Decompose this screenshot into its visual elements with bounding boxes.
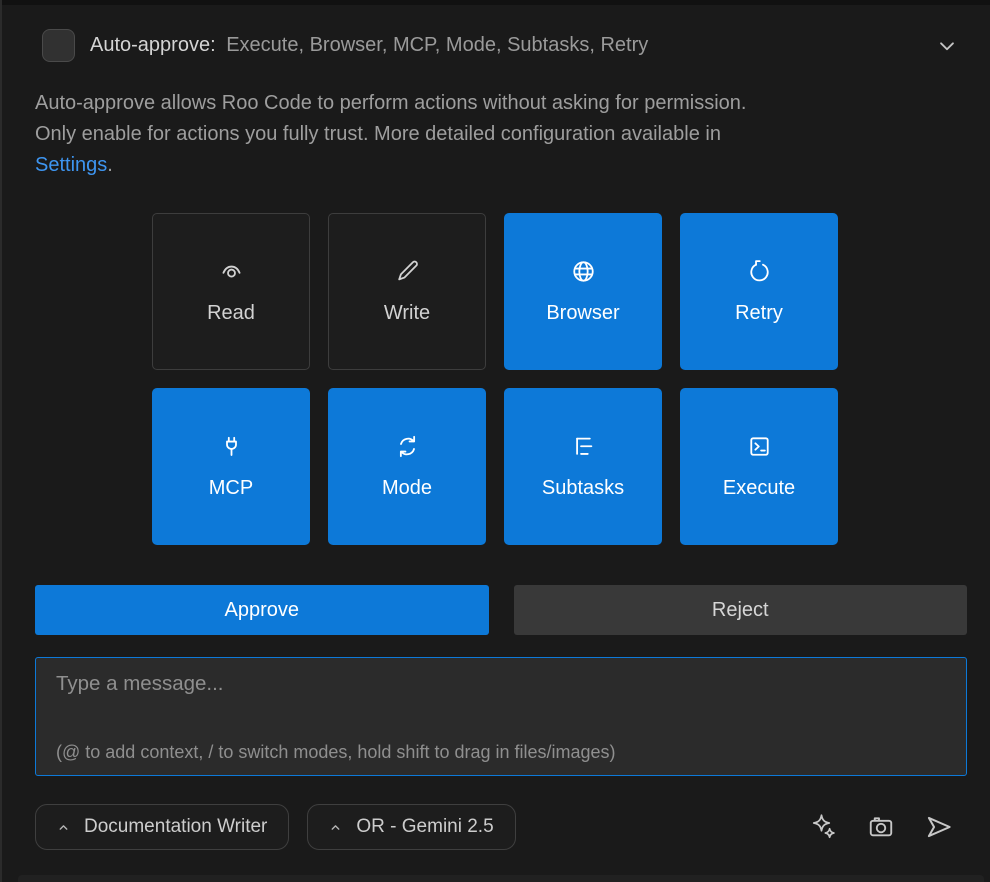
toggle-label: Execute <box>723 477 795 500</box>
toggle-mode[interactable]: Mode <box>328 388 486 545</box>
model-selector[interactable]: OR - Gemini 2.5 <box>307 804 515 850</box>
model-selector-label: OR - Gemini 2.5 <box>356 816 493 838</box>
auto-approve-label: Auto-approve: <box>90 34 216 56</box>
auto-approve-header[interactable]: Auto-approve: Execute, Browser, MCP, Mod… <box>0 0 990 62</box>
settings-link[interactable]: Settings <box>35 154 107 176</box>
toggle-mcp[interactable]: MCP <box>152 388 310 545</box>
description-line-3: Settings. <box>35 150 955 181</box>
action-buttons-row: Approve Reject <box>35 585 967 635</box>
mode-selector-label: Documentation Writer <box>84 816 267 838</box>
auto-approve-checkbox[interactable] <box>42 29 75 62</box>
terminal-icon <box>746 433 773 460</box>
approve-button[interactable]: Approve <box>35 585 489 635</box>
panel-top-divider <box>0 0 990 5</box>
description-period: . <box>107 154 113 176</box>
sparkle-icon[interactable] <box>809 812 839 842</box>
toggle-label: MCP <box>209 477 253 500</box>
reject-button[interactable]: Reject <box>514 585 968 635</box>
toggle-label: Subtasks <box>542 477 624 500</box>
toggle-label: Mode <box>382 477 432 500</box>
refresh-icon <box>746 258 773 285</box>
chat-input[interactable] <box>36 658 966 775</box>
chevron-down-icon[interactable] <box>934 33 960 59</box>
collapsed-section-edge[interactable] <box>18 875 984 882</box>
eye-icon <box>218 258 245 285</box>
sync-icon <box>394 433 421 460</box>
auto-approve-title-row: Auto-approve: Execute, Browser, MCP, Mod… <box>90 34 934 57</box>
chevron-up-icon <box>57 821 70 834</box>
description-line-1: Auto-approve allows Roo Code to perform … <box>35 88 955 119</box>
mode-selector[interactable]: Documentation Writer <box>35 804 289 850</box>
auto-approve-description: Auto-approve allows Roo Code to perform … <box>35 88 955 181</box>
toggle-browser[interactable]: Browser <box>504 213 662 370</box>
chevron-up-icon <box>329 821 342 834</box>
toggle-subtasks[interactable]: Subtasks <box>504 388 662 545</box>
panel-left-border <box>0 0 2 882</box>
toggle-write[interactable]: Write <box>328 213 486 370</box>
toggle-retry[interactable]: Retry <box>680 213 838 370</box>
chat-input-container[interactable]: (@ to add context, / to switch modes, ho… <box>35 657 967 776</box>
footer-bar: Documentation Writer OR - Gemini 2.5 <box>35 804 955 850</box>
toggle-read[interactable]: Read <box>152 213 310 370</box>
plug-icon <box>218 433 245 460</box>
toggle-label: Browser <box>546 302 619 325</box>
description-line-2: Only enable for actions you fully trust.… <box>35 119 955 150</box>
auto-approve-summary: Execute, Browser, MCP, Mode, Subtasks, R… <box>226 34 648 56</box>
list-tree-icon <box>570 433 597 460</box>
toggle-label: Write <box>384 302 430 325</box>
footer-icon-group <box>809 811 955 843</box>
send-icon[interactable] <box>923 811 955 843</box>
auto-approve-toggle-grid: Read Write Browser Retry <box>152 213 838 545</box>
pencil-icon <box>394 258 421 285</box>
toggle-label: Read <box>207 302 255 325</box>
toggle-execute[interactable]: Execute <box>680 388 838 545</box>
toggle-label: Retry <box>735 302 783 325</box>
globe-icon <box>570 258 597 285</box>
camera-icon[interactable] <box>866 812 896 842</box>
